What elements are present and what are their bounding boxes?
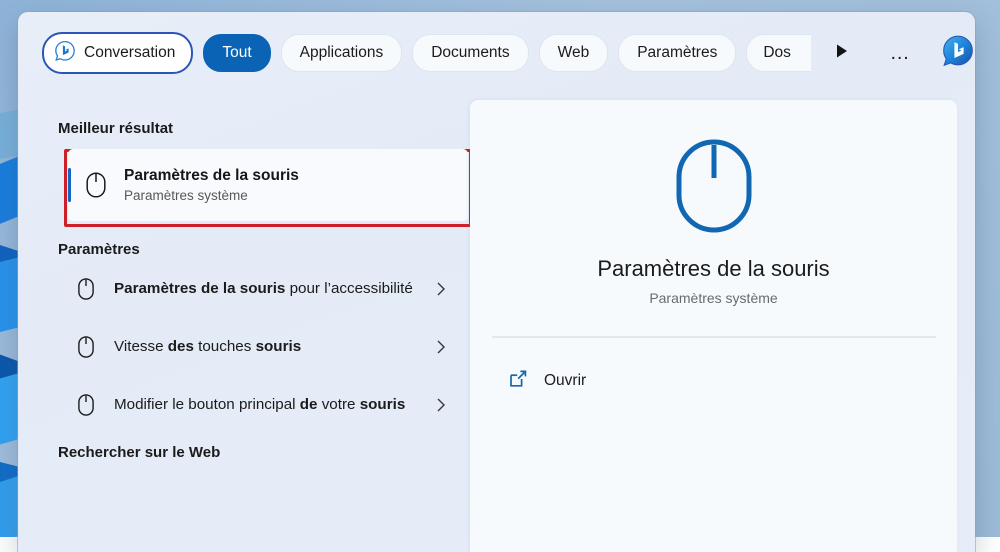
tab-conversation[interactable]: Conversation [42,32,193,74]
preview-subtitle: Paramètres système [470,290,957,306]
windows-search-flyout: Conversation Tout Applications Documents… [18,12,975,552]
tab-applications-label: Applications [300,44,384,62]
section-heading-settings: Paramètres [58,221,470,258]
ellipsis-icon: … [890,42,911,65]
setting-item-label: Modifier le bouton principal de votre so… [114,394,424,416]
chevron-right-icon [424,397,458,413]
mouse-icon [68,171,124,199]
tab-dossiers[interactable]: Dos [746,34,811,72]
tab-tout[interactable]: Tout [203,34,270,72]
open-action-button[interactable]: Ouvrir [508,364,708,398]
result-preview-panel: Paramètres de la souris Paramètres systè… [470,100,957,552]
bing-chat-icon [54,40,76,67]
tab-parametres[interactable]: Paramètres [618,34,736,72]
tab-documents[interactable]: Documents [412,34,528,72]
tab-web[interactable]: Web [539,34,609,72]
mouse-icon [58,335,114,359]
tab-parametres-label: Paramètres [637,44,717,62]
section-heading-best-result: Meilleur résultat [58,94,470,137]
mouse-icon-large [470,138,957,234]
best-result-subtitle: Paramètres système [124,188,299,203]
section-heading-web-search: Rechercher sur le Web [58,432,470,461]
tab-web-label: Web [558,44,590,62]
best-result-wrapper: Paramètres de la souris Paramètres systè… [58,149,468,221]
setting-item-label: Paramètres de la souris pour l’accessibi… [114,278,424,300]
mouse-icon [58,277,114,301]
preview-divider [492,336,936,338]
chevron-right-icon [424,281,458,297]
chevron-right-icon [424,339,458,355]
play-triangle-icon [835,43,849,64]
external-link-icon [508,369,528,394]
setting-item-label: Vitesse des touches souris [114,336,424,358]
setting-item-mouse-accessibility[interactable]: Paramètres de la souris pour l’accessibi… [58,262,458,316]
setting-item-mouse-key-speed[interactable]: Vitesse des touches souris [58,320,458,374]
setting-item-primary-mouse-button[interactable]: Modifier le bouton principal de votre so… [58,378,458,432]
selection-indicator-bar [68,168,71,202]
tab-scroll-next-button[interactable] [825,36,859,70]
mouse-icon [58,393,114,417]
tab-documents-label: Documents [431,44,509,62]
preview-title: Paramètres de la souris [470,256,957,282]
best-result-text: Paramètres de la souris Paramètres systè… [124,167,299,203]
bing-chat-avatar-icon [941,34,975,73]
tab-applications[interactable]: Applications [281,34,403,72]
bing-chat-avatar-button[interactable] [941,34,975,73]
search-filter-tabbar: Conversation Tout Applications Documents… [18,12,975,94]
tab-conversation-label: Conversation [84,44,175,62]
tab-dossiers-label: Dos [763,44,791,62]
search-results-column: Meilleur résultat Paramètres de la souri… [18,94,470,552]
tab-overflow-menu-button[interactable]: … [883,36,917,70]
tab-tout-label: Tout [222,44,251,62]
best-result-item[interactable]: Paramètres de la souris Paramètres systè… [68,149,468,221]
open-action-label: Ouvrir [544,372,586,390]
best-result-title: Paramètres de la souris [124,167,299,185]
